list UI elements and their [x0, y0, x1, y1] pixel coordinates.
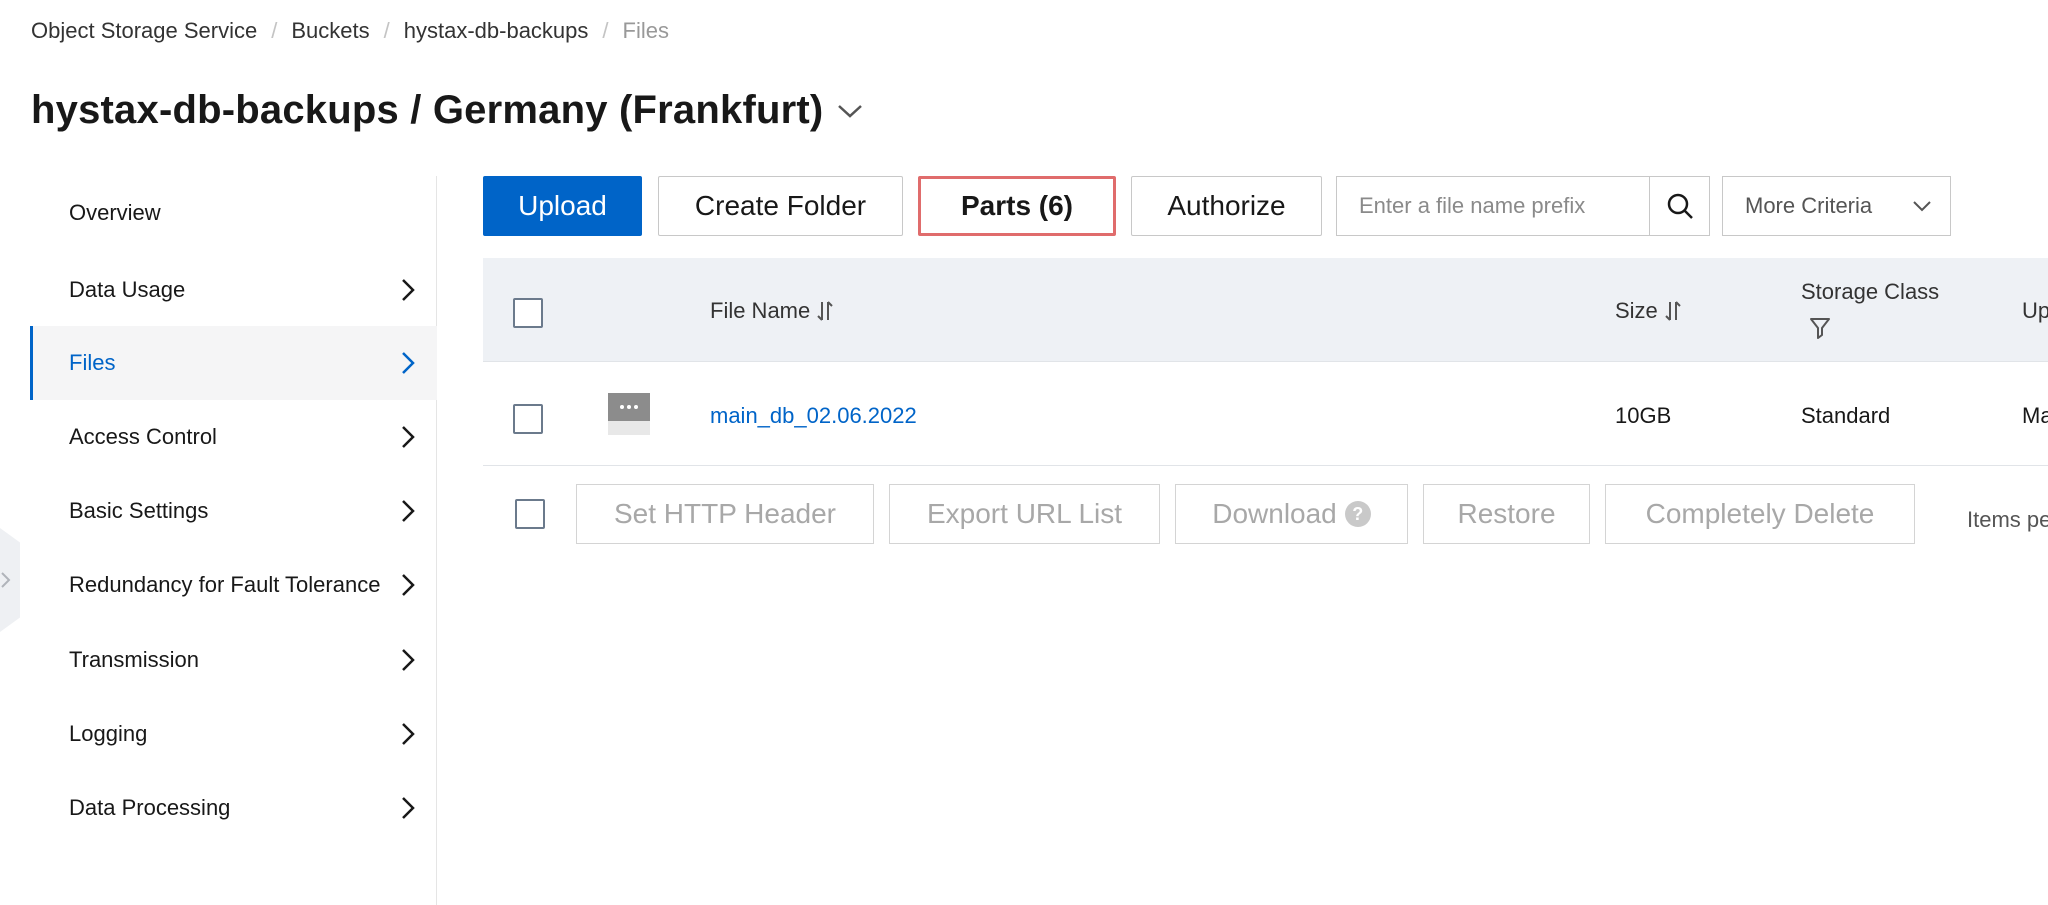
export-url-list-button[interactable]: Export URL List: [889, 484, 1160, 544]
sidebar-item-data-processing[interactable]: Data Processing: [30, 771, 437, 845]
sidebar-item-label: Transmission: [69, 647, 199, 672]
breadcrumb-object-storage[interactable]: Object Storage Service: [31, 18, 257, 44]
sort-icon[interactable]: [816, 300, 834, 322]
breadcrumb-buckets[interactable]: Buckets: [291, 18, 369, 44]
chevron-right-icon: [397, 723, 419, 745]
search-input[interactable]: [1337, 177, 1649, 235]
breadcrumb-separator: /: [271, 18, 278, 43]
chevron-right-icon: [397, 426, 419, 448]
parts-button[interactable]: Parts (6): [918, 176, 1116, 236]
sidebar-item-label: Access Control: [69, 424, 217, 449]
page-title: hystax-db-backups / Germany (Frankfurt): [31, 88, 824, 132]
search-icon: [1667, 193, 1693, 219]
file-storage-class: Standard: [1801, 403, 1891, 428]
breadcrumb-separator: /: [383, 18, 390, 43]
filter-icon[interactable]: [1809, 316, 1831, 345]
sidebar-item-basic-settings[interactable]: Basic Settings: [30, 474, 437, 548]
search-button[interactable]: [1649, 177, 1709, 235]
chevron-down-icon[interactable]: [835, 96, 865, 126]
set-http-header-button[interactable]: Set HTTP Header: [576, 484, 874, 544]
sidebar-item-label: Files: [69, 350, 116, 375]
file-size: 10GB: [1615, 403, 1672, 428]
select-all-checkbox[interactable]: [513, 298, 543, 328]
sidebar-item-label: Redundancy for Fault Tolerance: [69, 572, 381, 597]
chevron-right-icon: [397, 797, 419, 819]
items-per-page-label: Items pe: [1967, 507, 2048, 532]
upload-button[interactable]: Upload: [483, 176, 642, 236]
column-file-name[interactable]: File Name: [710, 298, 834, 324]
sidebar-item-access-control[interactable]: Access Control: [30, 400, 437, 474]
sidebar-item-label: Data Usage: [69, 277, 186, 302]
more-criteria-select[interactable]: More Criteria: [1722, 176, 1951, 236]
authorize-button[interactable]: Authorize: [1131, 176, 1322, 236]
more-criteria-label: More Criteria: [1745, 193, 1873, 218]
chevron-right-icon: [397, 352, 419, 374]
column-label: File Name: [710, 298, 811, 323]
chevron-right-icon: [397, 649, 419, 671]
chevron-down-icon: [1913, 201, 1931, 212]
sidebar-item-redundancy[interactable]: Redundancy for Fault Tolerance: [30, 548, 437, 622]
chevron-right-icon: [1, 572, 11, 588]
bulk-select-checkbox[interactable]: [515, 499, 545, 529]
file-icon: [608, 393, 650, 435]
sidebar-item-label: Basic Settings: [69, 498, 209, 523]
sidebar-item-label: Logging: [69, 721, 148, 746]
completely-delete-button[interactable]: Completely Delete: [1605, 484, 1915, 544]
chevron-right-icon: [397, 500, 419, 522]
download-button[interactable]: Download ?: [1175, 484, 1408, 544]
breadcrumb-files: Files: [622, 18, 669, 43]
row-checkbox[interactable]: [513, 404, 543, 434]
help-icon[interactable]: ?: [1344, 501, 1371, 527]
sidebar-item-data-usage[interactable]: Data Usage: [30, 253, 437, 327]
breadcrumb-separator: /: [602, 18, 609, 43]
column-storage-class: Storage Class: [1801, 279, 1940, 304]
download-label: Download: [1212, 498, 1337, 529]
sort-icon[interactable]: [1664, 300, 1682, 322]
sidebar-item-label: Overview: [69, 200, 161, 225]
column-size[interactable]: Size: [1615, 298, 1682, 324]
breadcrumb: Object Storage Service / Buckets / hysta…: [31, 18, 669, 44]
restore-button[interactable]: Restore: [1423, 484, 1590, 544]
file-updated: Ma: [2022, 403, 2048, 428]
search-box: [1336, 176, 1710, 236]
create-folder-button[interactable]: Create Folder: [658, 176, 903, 236]
table-header: File Name Size Storage Class Up: [483, 258, 2048, 362]
column-updated: Up: [2022, 298, 2048, 323]
sidebar-collapse-handle[interactable]: [0, 528, 20, 632]
column-label: Size: [1615, 298, 1658, 323]
sidebar: Overview Data Usage Files Access Control…: [30, 176, 437, 905]
sidebar-item-transmission[interactable]: Transmission: [30, 623, 437, 697]
file-name-link[interactable]: main_db_02.06.2022: [710, 403, 917, 429]
breadcrumb-bucket[interactable]: hystax-db-backups: [404, 18, 589, 44]
sidebar-item-logging[interactable]: Logging: [30, 697, 437, 771]
page-title-row: hystax-db-backups / Germany (Frankfurt): [31, 88, 865, 133]
sidebar-item-overview[interactable]: Overview: [30, 176, 437, 250]
table-row: main_db_02.06.2022 10GB Standard Ma: [483, 362, 2048, 466]
chevron-right-icon: [397, 279, 419, 301]
sidebar-item-files[interactable]: Files: [30, 326, 437, 400]
sidebar-item-label: Data Processing: [69, 795, 231, 820]
chevron-right-icon: [397, 574, 419, 596]
